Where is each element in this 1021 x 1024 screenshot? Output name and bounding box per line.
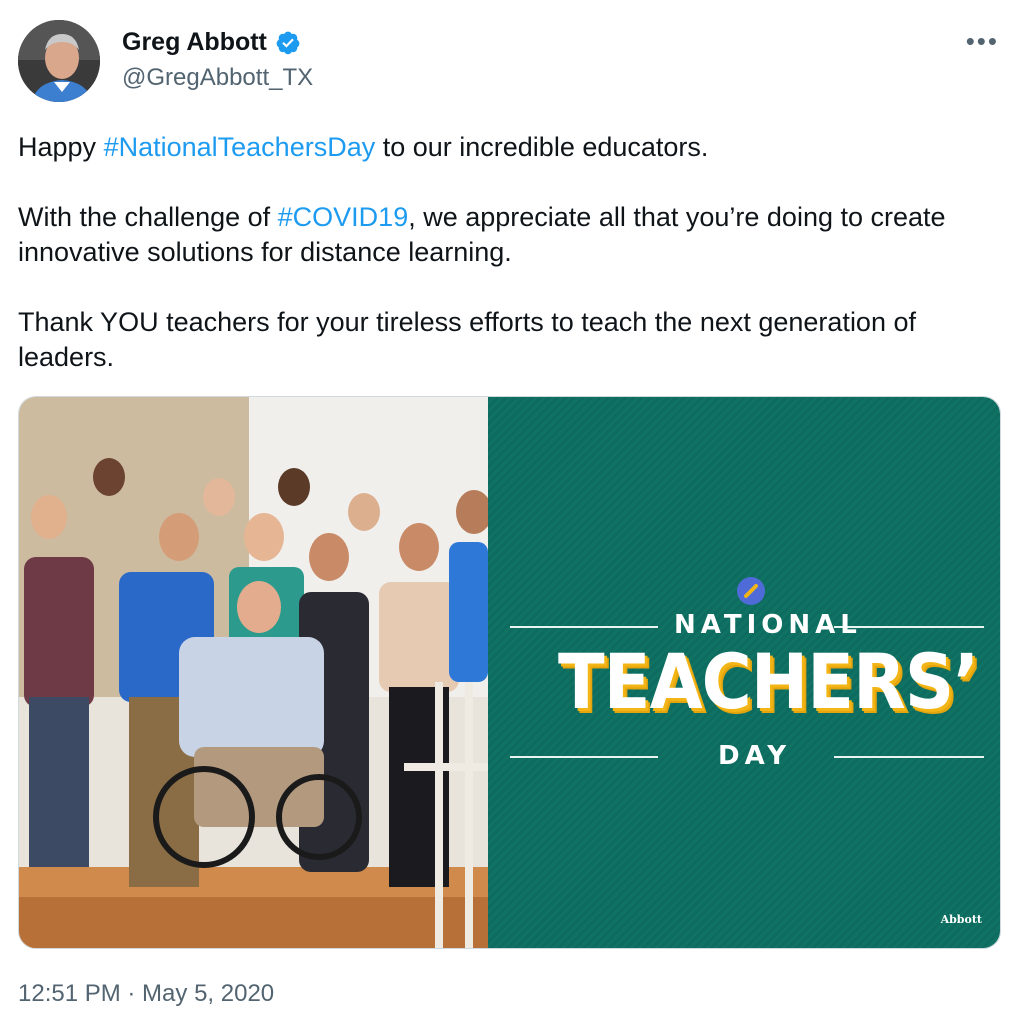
divider-line bbox=[510, 756, 658, 758]
teachers-day-graphic[interactable]: NATIONAL TEACHERS’ DAY Abbott bbox=[488, 397, 1000, 948]
graphic-day: DAY bbox=[718, 741, 792, 771]
graphic-national: NATIONAL bbox=[674, 610, 862, 640]
tweet-text: Happy #NationalTeachersDay to our incred… bbox=[18, 130, 1008, 410]
tweet-media[interactable]: NATIONAL TEACHERS’ DAY Abbott bbox=[18, 396, 1001, 949]
author-name-row: Greg Abbott bbox=[122, 28, 301, 57]
avatar-photo bbox=[18, 20, 100, 102]
timestamp[interactable]: 12:51 PM · May 5, 2020 bbox=[18, 980, 274, 1008]
pencil-icon bbox=[737, 577, 765, 605]
text-segment: to our incredible educators. bbox=[375, 132, 709, 162]
author-name[interactable]: Greg Abbott bbox=[122, 28, 267, 57]
hashtag-covid19[interactable]: #COVID19 bbox=[278, 202, 409, 232]
divider-line bbox=[510, 626, 658, 628]
tweet-paragraph-2: With the challenge of #COVID19, we appre… bbox=[18, 200, 1008, 270]
text-segment: With the challenge of bbox=[18, 202, 278, 232]
hashtag-national-teachers-day[interactable]: #NationalTeachersDay bbox=[104, 132, 376, 162]
avatar[interactable] bbox=[18, 20, 100, 102]
group-photo[interactable] bbox=[19, 397, 488, 948]
tweet-paragraph-3: Thank YOU teachers for your tireless eff… bbox=[18, 307, 916, 372]
author-handle[interactable]: @GregAbbott_TX bbox=[122, 64, 313, 92]
group-photo-illustration bbox=[19, 397, 488, 948]
text-segment: Happy bbox=[18, 132, 104, 162]
tweet-paragraph-1: Happy #NationalTeachersDay to our incred… bbox=[18, 130, 1008, 165]
verified-badge-icon bbox=[276, 31, 300, 54]
more-options-icon[interactable]: ••• bbox=[966, 26, 999, 57]
abbott-logo: Abbott bbox=[940, 913, 982, 926]
graphic-teachers: TEACHERS’ bbox=[558, 637, 979, 726]
divider-line bbox=[834, 756, 984, 758]
